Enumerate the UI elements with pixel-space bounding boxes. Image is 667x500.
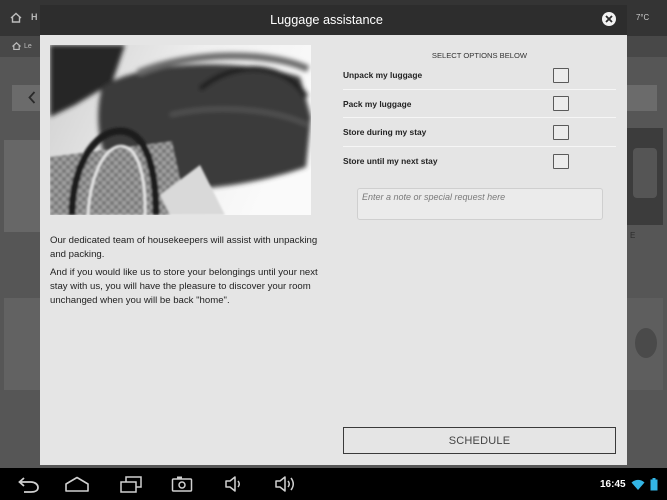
option-unpack[interactable]: Unpack my luggage <box>343 61 616 90</box>
carousel-next-button[interactable] <box>627 85 657 111</box>
background-tile[interactable] <box>627 128 663 225</box>
tile-image <box>635 328 657 358</box>
recent-apps-icon[interactable] <box>119 476 143 493</box>
option-label: Store during my stay <box>343 127 427 138</box>
tile-image <box>633 148 657 198</box>
background-tile[interactable] <box>4 140 40 232</box>
luggage-photo <box>50 45 311 215</box>
battery-icon <box>650 478 658 491</box>
tablet-screen: H 7°C Le E Luggage assistance Our dedica… <box>0 0 667 500</box>
background-tile[interactable] <box>627 298 663 390</box>
breadcrumb-label[interactable]: Le <box>24 42 32 51</box>
home-icon[interactable] <box>64 476 90 492</box>
back-icon[interactable] <box>14 477 40 493</box>
wifi-icon <box>631 479 645 491</box>
option-checkbox[interactable] <box>553 96 569 112</box>
option-pack[interactable]: Pack my luggage <box>343 90 616 119</box>
luggage-assistance-dialog: Luggage assistance Our dedicated team of… <box>40 5 627 465</box>
app-title: H <box>31 12 38 22</box>
carousel-prev-button[interactable] <box>12 85 40 111</box>
description-paragraph: Our dedicated team of housekeepers will … <box>50 235 318 260</box>
chevron-left-icon <box>28 91 36 104</box>
dialog-title: Luggage assistance <box>270 13 383 27</box>
option-label: Pack my luggage <box>343 98 412 109</box>
option-label: Unpack my luggage <box>343 70 423 80</box>
volume-down-icon[interactable] <box>224 475 244 493</box>
option-checkbox[interactable] <box>553 67 569 83</box>
system-navigation-bar: 16:45 <box>0 468 667 500</box>
breadcrumb-home-icon[interactable] <box>12 42 21 50</box>
option-checkbox[interactable] <box>553 153 569 169</box>
tile-caption: E <box>630 231 636 240</box>
clock[interactable]: 16:45 <box>600 479 626 491</box>
description-paragraph: And if you would like us to store your b… <box>50 267 318 306</box>
option-label: Store until my next stay <box>343 156 438 167</box>
background-tile[interactable] <box>4 298 40 390</box>
option-checkbox[interactable] <box>553 124 569 140</box>
service-description: Our dedicated team of housekeepers will … <box>50 234 326 308</box>
home-icon[interactable] <box>10 12 22 23</box>
option-store-until-next-stay[interactable]: Store until my next stay <box>343 147 616 176</box>
temperature-label: 7°C <box>636 13 650 22</box>
schedule-button[interactable]: SCHEDULE <box>343 427 616 454</box>
option-store-during-stay[interactable]: Store during my stay <box>343 118 616 148</box>
close-icon[interactable] <box>602 12 616 26</box>
options-heading: SELECT OPTIONS BELOW <box>431 51 528 60</box>
options-list: Unpack my luggage Pack my luggage Store … <box>343 61 616 176</box>
volume-up-icon[interactable] <box>274 475 298 493</box>
screenshot-icon[interactable] <box>171 476 193 492</box>
dialog-header: Luggage assistance <box>40 5 627 35</box>
special-request-field[interactable] <box>357 188 603 220</box>
